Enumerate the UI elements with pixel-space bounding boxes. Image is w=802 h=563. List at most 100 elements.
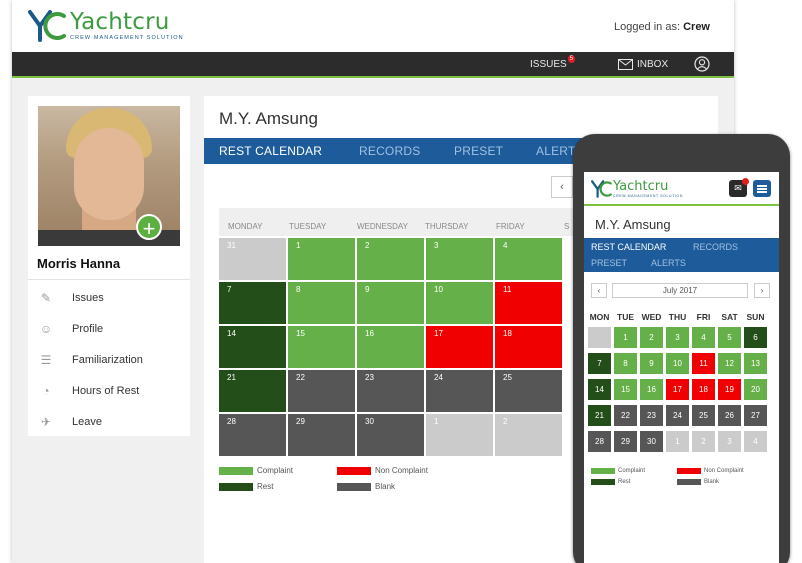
nav-issues[interactable]: ISSUES 5: [530, 54, 576, 70]
calendar-day-cell[interactable]: 4: [495, 238, 562, 280]
calendar-day-cell[interactable]: 18: [495, 326, 562, 368]
phone-calendar-day-cell[interactable]: 18: [692, 379, 715, 400]
phone-calendar-day-cell[interactable]: 6: [744, 327, 767, 348]
calendar-day-cell[interactable]: 14: [219, 326, 286, 368]
phone-calendar-day-cell[interactable]: 7: [588, 353, 611, 374]
phone-day-header: THU: [668, 312, 687, 322]
calendar-day-cell[interactable]: 3: [426, 238, 493, 280]
phone-tab-rest-calendar[interactable]: REST CALENDAR: [591, 242, 666, 252]
photo-face: [74, 128, 144, 220]
calendar-day-cell[interactable]: 22: [288, 370, 355, 412]
day-header-monday: MONDAY: [228, 222, 263, 231]
phone-day-header: TUE: [617, 312, 634, 322]
calendar-day-cell[interactable]: 16: [357, 326, 424, 368]
phone-calendar-day-cell[interactable]: 22: [614, 405, 637, 426]
add-photo-button[interactable]: +: [136, 214, 162, 241]
phone-prev-month-button[interactable]: ‹: [591, 283, 607, 298]
phone-calendar-day-cell[interactable]: 20: [744, 379, 767, 400]
phone-calendar-day-cell[interactable]: 24: [666, 405, 689, 426]
phone-calendar-day-cell[interactable]: 13: [744, 353, 767, 374]
phone-calendar-day-cell[interactable]: 19: [718, 379, 741, 400]
menu-item-leave[interactable]: ✈ Leave: [28, 406, 190, 437]
phone-calendar-day-cell[interactable]: 2: [692, 431, 715, 452]
phone-calendar-day-cell[interactable]: 10: [666, 353, 689, 374]
profile-card: + Morris Hanna ✎ Issues ☺ Profile ☰ Fami…: [28, 96, 190, 436]
phone-calendar-day-cell[interactable]: 9: [640, 353, 663, 374]
phone-calendar-day-cell[interactable]: 29: [614, 431, 637, 452]
phone-calendar-day-cell[interactable]: 23: [640, 405, 663, 426]
calendar-day-cell[interactable]: 10: [426, 282, 493, 324]
calendar-day-cell[interactable]: 7: [219, 282, 286, 324]
menu-item-familiarization[interactable]: ☰ Familiarization: [28, 344, 190, 375]
calendar-day-cell[interactable]: 8: [288, 282, 355, 324]
logged-in-user[interactable]: Crew: [683, 21, 710, 33]
phone-calendar-day-cell[interactable]: 3: [718, 431, 741, 452]
phone-calendar-day-cell[interactable]: 16: [640, 379, 663, 400]
phone-calendar-day-cell[interactable]: 2: [640, 327, 663, 348]
calendar-day-cell[interactable]: 24: [426, 370, 493, 412]
phone-calendar-day-cell[interactable]: 14: [588, 379, 611, 400]
phone-calendar-day-cell[interactable]: 26: [718, 405, 741, 426]
yachtcru-logo[interactable]: Yachtcru CREW MANAGEMENT SOLUTION: [28, 10, 184, 44]
phone-calendar-day-cell[interactable]: 5: [718, 327, 741, 348]
hamburger-menu-button[interactable]: [753, 180, 771, 197]
calendar-day-cell[interactable]: 11: [495, 282, 562, 324]
phone-inbox-button[interactable]: ✉: [729, 178, 749, 197]
phone-calendar-day-cell[interactable]: [588, 327, 611, 348]
tab-preset[interactable]: PRESET: [454, 144, 503, 158]
phone-calendar-day-cell[interactable]: 21: [588, 405, 611, 426]
user-account-button[interactable]: [694, 56, 710, 72]
phone-month-selector[interactable]: July 2017: [612, 283, 748, 298]
prev-month-button[interactable]: ‹: [551, 176, 573, 198]
phone-calendar-day-cell[interactable]: 1: [614, 327, 637, 348]
phone-calendar-day-cell[interactable]: 28: [588, 431, 611, 452]
envelope-icon: ✉: [734, 183, 742, 193]
phone-calendar-day-cell[interactable]: 25: [692, 405, 715, 426]
phone-calendar-day-cell[interactable]: 4: [692, 327, 715, 348]
top-navbar: ISSUES 5 INBOX: [12, 52, 734, 78]
menu-item-profile[interactable]: ☺ Profile: [28, 313, 190, 344]
inbox-badge: [742, 178, 749, 185]
calendar-day-cell[interactable]: 28: [219, 414, 286, 456]
phone-legend-rest: Rest: [591, 479, 630, 485]
phone-calendar-day-cell[interactable]: 8: [614, 353, 637, 374]
calendar-day-cell[interactable]: 21: [219, 370, 286, 412]
phone-calendar-day-cell[interactable]: 30: [640, 431, 663, 452]
phone-logo-subtitle: CREW MANAGEMENT SOLUTION: [613, 194, 683, 198]
calendar-day-cell[interactable]: 23: [357, 370, 424, 412]
phone-calendar-day-cell[interactable]: 15: [614, 379, 637, 400]
phone-calendar-day-cell[interactable]: 27: [744, 405, 767, 426]
phone-tab-alerts[interactable]: ALERTS: [651, 258, 686, 268]
plane-icon: ✈: [40, 414, 52, 429]
tab-records[interactable]: RECORDS: [359, 144, 420, 158]
calendar-day-cell[interactable]: 30: [357, 414, 424, 456]
phone-logo[interactable]: Yachtcru CREW MANAGEMENT SOLUTION: [591, 180, 683, 198]
phone-calendar-day-cell[interactable]: 11: [692, 353, 715, 374]
calendar-day-cell[interactable]: 1: [288, 238, 355, 280]
legend-label: Complaint: [257, 466, 294, 475]
calendar-day-cell[interactable]: 29: [288, 414, 355, 456]
calendar-day-cell[interactable]: 1: [426, 414, 493, 456]
calendar-day-cell[interactable]: 2: [357, 238, 424, 280]
nav-inbox[interactable]: INBOX: [618, 59, 668, 70]
tab-rest-calendar[interactable]: REST CALENDAR: [219, 144, 322, 158]
calendar-day-cell[interactable]: 25: [495, 370, 562, 412]
phone-calendar-day-cell[interactable]: 1: [666, 431, 689, 452]
calendar-day-cell[interactable]: 17: [426, 326, 493, 368]
legend-swatch: [591, 479, 615, 485]
calendar-day-cell[interactable]: 9: [357, 282, 424, 324]
phone-calendar-day-cell[interactable]: 4: [744, 431, 767, 452]
calendar-day-cell[interactable]: 15: [288, 326, 355, 368]
phone-calendar-day-cell[interactable]: 17: [666, 379, 689, 400]
calendar-day-cell[interactable]: 2: [495, 414, 562, 456]
menu-item-hours-of-rest[interactable]: ◔ Hours of Rest: [28, 375, 190, 406]
menu-item-issues[interactable]: ✎ Issues: [28, 282, 190, 313]
legend-label: Rest: [618, 479, 631, 485]
phone-legend-blank: Blank: [677, 479, 719, 485]
phone-next-month-button[interactable]: ›: [754, 283, 770, 298]
phone-calendar-day-cell[interactable]: 3: [666, 327, 689, 348]
phone-tab-records[interactable]: RECORDS: [693, 242, 738, 252]
phone-tab-preset[interactable]: PRESET: [591, 258, 627, 268]
phone-calendar-day-cell[interactable]: 12: [718, 353, 741, 374]
calendar-day-cell[interactable]: 31: [219, 238, 286, 280]
